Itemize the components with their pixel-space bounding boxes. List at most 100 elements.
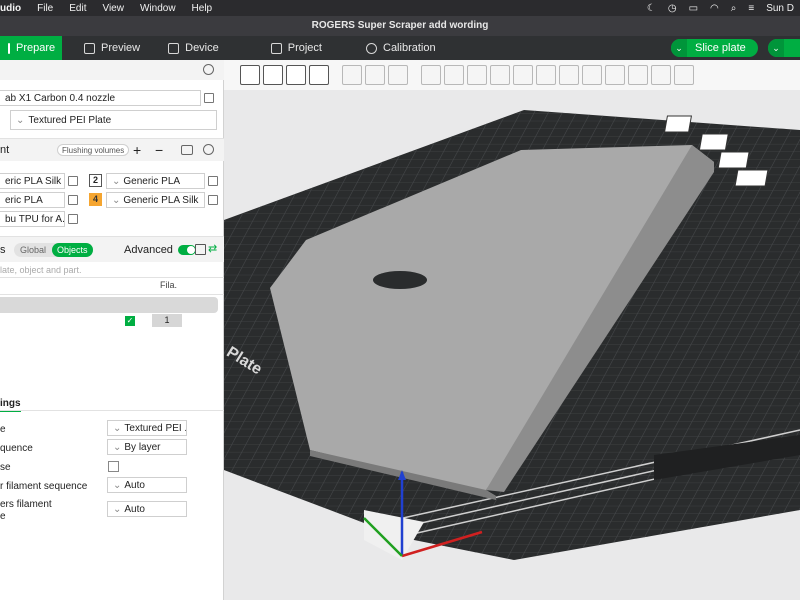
tab-preview[interactable]: Preview (62, 36, 154, 60)
object-filament-value[interactable]: 1 (152, 314, 182, 327)
menubar-clock[interactable]: Sun D (766, 3, 794, 14)
color-paint-icon[interactable] (628, 65, 648, 85)
macos-menubar: udio File Edit View Window Help ☾ ◷ ▭ ◠ … (0, 0, 800, 16)
tab-device[interactable]: Device (154, 36, 233, 60)
battery-icon[interactable]: ▭ (689, 3, 698, 14)
flushing-volumes-button[interactable]: Flushing volumes (57, 144, 130, 156)
flushing-volumes-label: Flushing volumes (62, 145, 125, 155)
filament-slot-3[interactable]: eric PLA (0, 192, 65, 208)
filament-4-edit-icon[interactable] (208, 195, 218, 205)
advanced-toggle[interactable] (177, 245, 196, 255)
support-paint-icon[interactable] (559, 65, 579, 85)
plate-row[interactable] (0, 297, 218, 313)
calibration-icon (366, 42, 377, 54)
process-compare-icon[interactable] (195, 244, 206, 255)
add-filament-icon[interactable]: + (133, 142, 141, 158)
object-visible-checkbox[interactable]: ✓ (125, 316, 135, 326)
remove-filament-icon[interactable]: − (155, 142, 163, 158)
menu-help[interactable]: Help (184, 3, 221, 14)
scale-icon[interactable] (467, 65, 487, 85)
app-menu[interactable]: udio (0, 3, 29, 14)
text-icon[interactable] (605, 65, 625, 85)
menu-window[interactable]: Window (132, 3, 184, 14)
3d-viewport[interactable]: Plate (224, 90, 800, 600)
filament-2-edit-icon[interactable] (208, 176, 218, 186)
tab-calibration[interactable]: Calibration (336, 36, 450, 60)
filament-5-edit-icon[interactable] (68, 214, 78, 224)
first-layer-sequence-value: Auto (124, 479, 145, 491)
print-plate-button[interactable]: ⌄ (768, 39, 800, 57)
menu-file[interactable]: File (29, 3, 61, 14)
menu-view[interactable]: View (94, 3, 132, 14)
arrange-icon[interactable] (309, 65, 329, 85)
filament-settings-gear-icon[interactable] (203, 144, 214, 155)
slice-plate-button[interactable]: ⌄ Slice plate (671, 39, 758, 57)
slice-dropdown-icon[interactable]: ⌄ (671, 39, 687, 57)
assembly-icon[interactable] (674, 65, 694, 85)
first-layer-sequence-select[interactable]: ⌄ Auto (107, 477, 187, 493)
tab-prepare[interactable]: Prepare (0, 36, 62, 60)
spiral-vase-checkbox[interactable] (108, 461, 119, 472)
printer-select[interactable]: ab X1 Carbon 0.4 nozzle (0, 90, 201, 106)
filament-section-title: nt (0, 144, 10, 156)
print-sequence-select[interactable]: ⌄ By layer (107, 439, 187, 455)
other-layers-sequence-select[interactable]: ⌄ Auto (107, 501, 187, 517)
clock-history-icon[interactable]: ◷ (668, 3, 677, 14)
filament-slot-2-number: 2 (89, 174, 102, 187)
filament-slot-1[interactable]: eric PLA Silk (0, 173, 65, 189)
object-row[interactable]: ✓ 1 (0, 314, 218, 328)
filament-slot-4-number: 4 (89, 193, 102, 206)
prepare-icon (8, 42, 10, 54)
tab-project-label: Project (287, 42, 322, 54)
filament-slot-4[interactable]: ⌄ Generic PLA Silk (106, 192, 205, 208)
plate-type-select[interactable]: ⌄ Textured PEI Plate (10, 110, 217, 130)
filament-3-edit-icon[interactable] (68, 195, 78, 205)
menu-edit[interactable]: Edit (61, 3, 94, 14)
object-search-input[interactable]: late, object and part. (0, 265, 82, 275)
filament-slot-3-name: eric PLA (5, 194, 43, 206)
auto-orient-icon[interactable] (286, 65, 306, 85)
search-icon[interactable]: ⌕ (731, 3, 737, 14)
printer-edit-icon[interactable] (204, 93, 214, 103)
split-parts-icon[interactable] (365, 65, 385, 85)
move-icon[interactable] (421, 65, 441, 85)
control-center-icon[interactable]: ≡ (748, 3, 754, 14)
rotate-icon[interactable] (444, 65, 464, 85)
project-icon (270, 42, 282, 54)
measure-icon[interactable] (651, 65, 671, 85)
chevron-down-icon: ⌄ (112, 175, 121, 187)
tab-project[interactable]: Project (233, 36, 336, 60)
objects-toggle[interactable]: Objects (52, 243, 93, 257)
chevron-down-icon: ⌄ (113, 422, 122, 434)
process-sync-icon[interactable]: ⇄ (208, 242, 217, 255)
wifi-icon[interactable]: ◠ (710, 3, 719, 14)
chevron-down-icon: ⌄ (113, 441, 122, 453)
cut-icon[interactable] (513, 65, 533, 85)
printer-name: ab X1 Carbon 0.4 nozzle (5, 92, 116, 104)
device-icon (168, 42, 180, 54)
plate-type-setting-value: Textured PEI ... (124, 422, 187, 434)
spiral-vase-label: se (0, 462, 11, 473)
boolean-icon[interactable] (536, 65, 556, 85)
filament-slot-1-name: eric PLA Silk (5, 175, 62, 187)
seam-paint-icon[interactable] (582, 65, 602, 85)
add-object-icon[interactable] (240, 65, 260, 85)
filament-slot-5[interactable]: bu TPU for A... (0, 211, 65, 227)
moon-icon[interactable]: ☾ (647, 3, 656, 14)
filament-sync-icon[interactable] (181, 145, 193, 155)
global-toggle[interactable]: Global (14, 245, 52, 255)
print-sequence-label: quence (0, 443, 33, 454)
split-objects-icon[interactable] (342, 65, 362, 85)
add-plate-icon[interactable] (263, 65, 283, 85)
filament-slot-2-name: Generic PLA (123, 175, 181, 187)
filament-1-edit-icon[interactable] (68, 176, 78, 186)
plate-type-setting-select[interactable]: ⌄ Textured PEI ... (107, 420, 187, 436)
print-dropdown-icon[interactable]: ⌄ (768, 39, 784, 57)
filament-slot-2[interactable]: ⌄ Generic PLA (106, 173, 205, 189)
chevron-down-icon: ⌄ (113, 503, 122, 515)
tab-prepare-label: Prepare (16, 42, 56, 54)
advanced-label: Advanced (124, 244, 173, 256)
printer-settings-gear-icon[interactable] (203, 64, 214, 75)
lay-on-face-icon[interactable] (490, 65, 510, 85)
variable-layer-icon[interactable] (388, 65, 408, 85)
